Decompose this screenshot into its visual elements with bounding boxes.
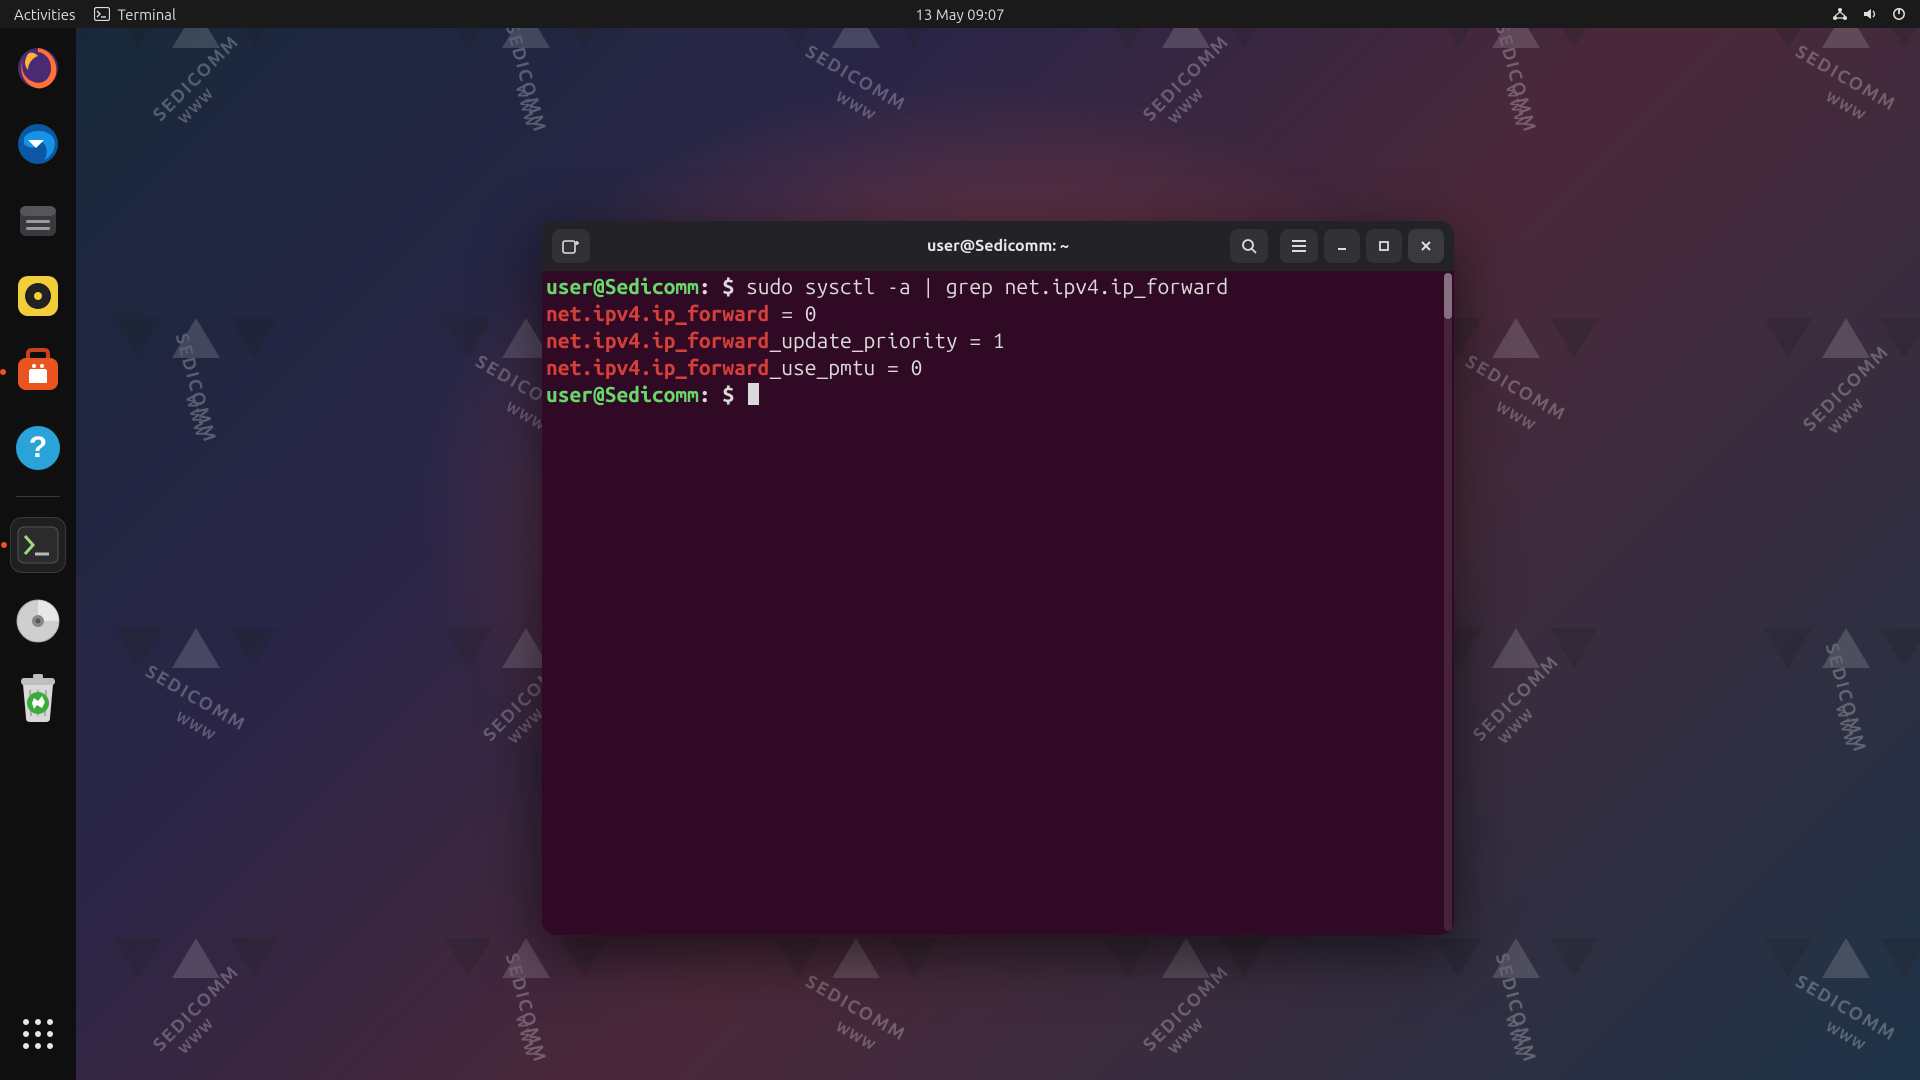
terminal-line-output: net.ipv4.ip_forward_update_priority = 1: [546, 327, 1450, 354]
svg-text:?: ?: [29, 431, 47, 464]
topbar-app-indicator[interactable]: Terminal: [94, 6, 176, 23]
terminal-line-output: net.ipv4.ip_forward = 0: [546, 300, 1450, 327]
close-icon: [1419, 239, 1433, 253]
dock-files[interactable]: [10, 192, 66, 248]
wallpaper-tile: SEDICOMMWWW: [1666, 28, 1920, 308]
dock-help[interactable]: ?: [10, 420, 66, 476]
close-button[interactable]: [1408, 229, 1444, 263]
new-tab-icon: [562, 238, 580, 254]
terminal-scrollbar[interactable]: [1444, 273, 1452, 931]
terminal-window: user@Sedicomm: ~ user@Se: [542, 221, 1454, 935]
power-icon[interactable]: [1892, 7, 1906, 21]
maximize-icon: [1377, 239, 1391, 253]
terminal-title: user@Sedicomm: ~: [927, 237, 1069, 255]
show-applications-button[interactable]: [10, 1006, 66, 1062]
terminal-titlebar[interactable]: user@Sedicomm: ~: [542, 221, 1454, 271]
new-tab-button[interactable]: [552, 229, 590, 263]
wallpaper-tile: SEDICOMMWWW: [1666, 258, 1920, 618]
terminal-icon: [94, 7, 110, 21]
terminal-cursor: [748, 383, 759, 405]
menu-button[interactable]: [1280, 229, 1318, 263]
terminal-body[interactable]: user@Sedicomm: $ sudo sysctl -a | grep n…: [542, 271, 1454, 935]
dock-thunderbird[interactable]: [10, 116, 66, 172]
wallpaper-tile: SEDICOMMWWW: [76, 878, 376, 1080]
wallpaper-tile: SEDICOMMWWW: [1666, 878, 1920, 1080]
minimize-button[interactable]: [1324, 229, 1360, 263]
dock: ?: [0, 28, 76, 1080]
top-bar: Activities Terminal 13 May 09:07: [0, 0, 1920, 28]
dock-disc[interactable]: [10, 593, 66, 649]
dock-trash[interactable]: [10, 669, 66, 725]
clock[interactable]: 13 May 09:07: [915, 6, 1004, 23]
terminal-scrollbar-thumb[interactable]: [1444, 273, 1452, 319]
terminal-line-output: net.ipv4.ip_forward_use_pmtu = 0: [546, 354, 1450, 381]
network-icon[interactable]: [1832, 7, 1848, 21]
desktop[interactable]: SEDICOMMWWWSEDICOMMWWWSEDICOMMWWWSEDICOM…: [76, 28, 1920, 1080]
wallpaper-tile: SEDICOMMWWW: [1666, 568, 1920, 928]
wallpaper-tile: SEDICOMMWWW: [76, 568, 376, 928]
wallpaper-tile: SEDICOMMWWW: [76, 28, 376, 308]
dock-separator: [16, 496, 60, 497]
maximize-button[interactable]: [1366, 229, 1402, 263]
search-button[interactable]: [1230, 229, 1268, 263]
dock-terminal[interactable]: [10, 517, 66, 573]
dock-rhythmbox[interactable]: [10, 268, 66, 324]
dock-software[interactable]: [10, 344, 66, 400]
volume-icon[interactable]: [1862, 7, 1878, 21]
hamburger-icon: [1291, 239, 1307, 253]
topbar-app-label: Terminal: [118, 6, 176, 23]
minimize-icon: [1335, 239, 1349, 253]
activities-button[interactable]: Activities: [14, 6, 76, 23]
search-icon: [1241, 238, 1257, 254]
wallpaper-tile: SEDICOMMWWW: [76, 258, 376, 618]
dock-firefox[interactable]: [10, 40, 66, 96]
terminal-line-prompt: user@Sedicomm: $: [546, 381, 1450, 408]
terminal-line-prompt: user@Sedicomm: $ sudo sysctl -a | grep n…: [546, 273, 1450, 300]
